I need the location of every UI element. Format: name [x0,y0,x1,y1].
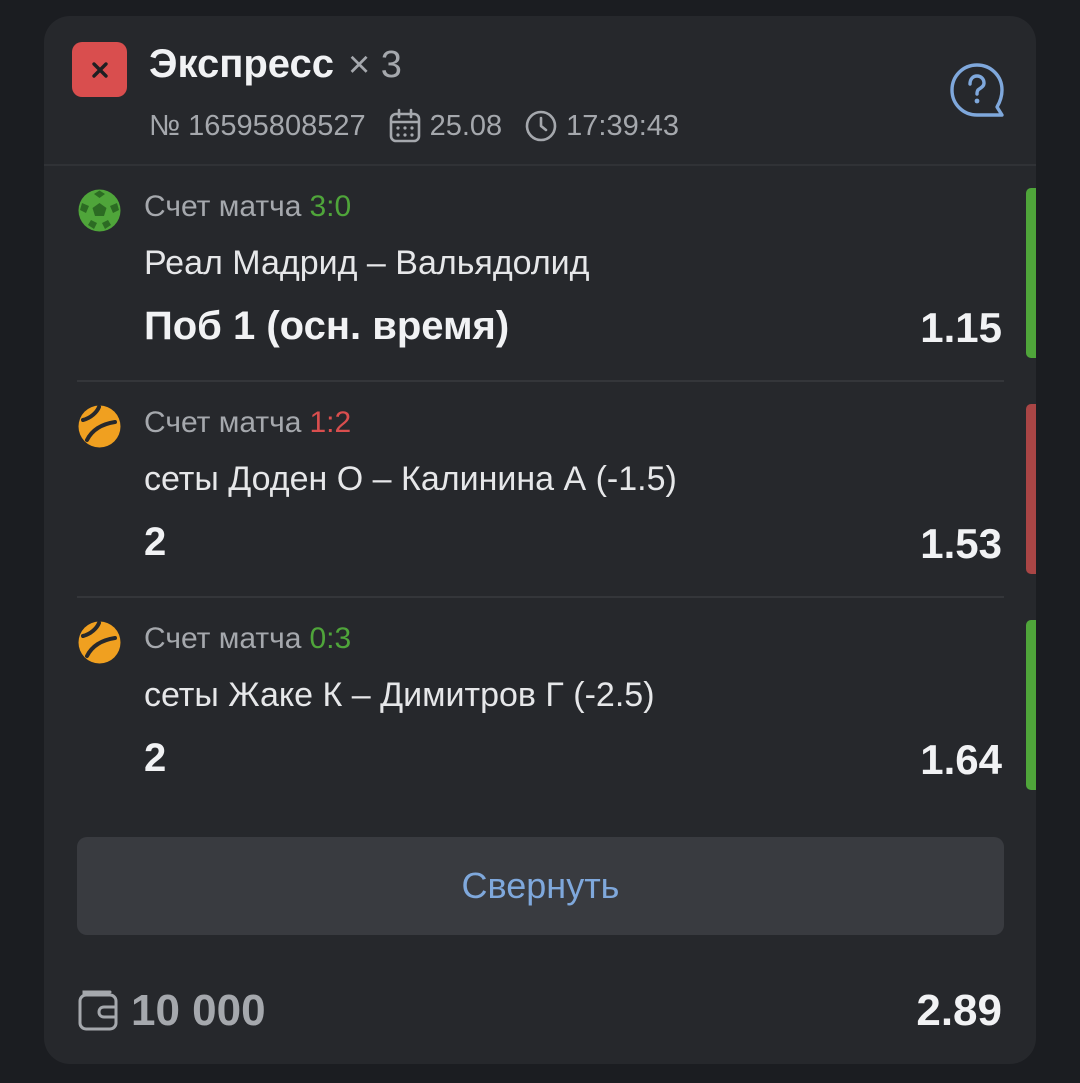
bet-meta: № 16595808527 25.08 17:39:43 [149,106,679,146]
match-name: Реал Мадрид – Вальядолид [144,244,590,282]
question-bubble-icon[interactable] [948,61,1006,119]
score-line: Счет матча 1:2 [144,406,351,440]
won-indicator [1026,188,1036,358]
event-odd: 1.64 [920,736,1002,783]
bet-time: 17:39:43 [524,109,679,143]
bet-date: 25.08 [388,108,503,144]
won-indicator [1026,620,1036,790]
match-score: 0:3 [309,622,352,655]
bet-outcome: Поб 1 (осн. время) [144,304,510,348]
event-odd: 1.15 [920,304,1002,351]
match-score: 1:2 [309,406,352,439]
score-label: Счет матча [144,406,302,439]
title-row: Экспресс × 3 [149,42,402,92]
tennis-icon [77,620,122,665]
bet-number: № 16595808527 [149,109,366,142]
score-line: Счет матча 0:3 [144,622,351,656]
clock-icon [525,110,557,142]
wallet-icon [78,990,118,1031]
total-odd: 2.89 [916,986,1002,1035]
event-row: Счет матча 3:0 Реал Мадрид – Вальядолид П… [44,166,1036,382]
bet-header: Экспресс × 3 № 16595808527 25.08 17:39:4… [44,16,1036,166]
match-name: сеты Доден О – Калинина А (-1.5) [144,460,677,498]
events-count: × 3 [348,44,402,86]
score-line: Счет матча 3:0 [144,190,351,224]
event-row: Счет матча 0:3 сеты Жаке К – Димитров Г (… [44,598,1036,814]
collapse-button[interactable]: Свернуть [77,837,1004,935]
bet-type-title: Экспресс [149,42,334,86]
score-label: Счет матча [144,622,302,655]
bet-outcome: 2 [144,520,167,564]
close-icon [72,42,127,97]
match-name: сеты Жаке К – Димитров Г (-2.5) [144,676,655,714]
bet-outcome: 2 [144,736,167,780]
event-odd: 1.53 [920,520,1002,567]
tennis-icon [77,404,122,449]
calendar-icon [389,108,420,143]
bet-footer: 10 000 2.89 [44,976,1036,1048]
score-label: Счет матча [144,190,302,223]
event-row: Счет матча 1:2 сеты Доден О – Калинина А … [44,382,1036,598]
football-icon [77,188,122,233]
lost-indicator [1026,404,1036,574]
bet-card: Экспресс × 3 № 16595808527 25.08 17:39:4… [44,16,1036,1064]
date-value: 25.08 [429,109,503,142]
stake-amount: 10 000 [77,986,266,1036]
stake-value: 10 000 [131,986,266,1035]
time-value: 17:39:43 [566,109,680,142]
match-score: 3:0 [309,190,352,223]
